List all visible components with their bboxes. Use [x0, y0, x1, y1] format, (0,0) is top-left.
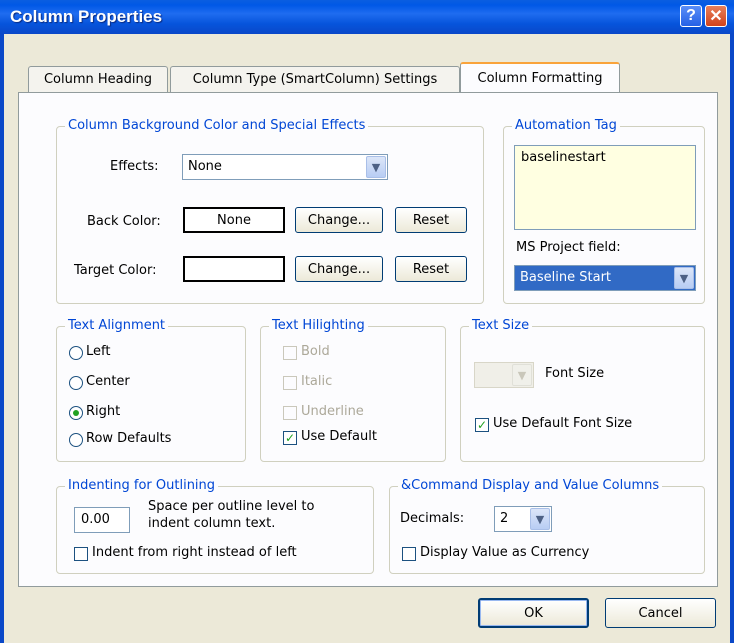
target-color-swatch [183, 256, 285, 282]
target-color-change-button[interactable]: Change... [295, 256, 383, 282]
background-effects-group: Column Background Color and Special Effe… [56, 118, 484, 304]
dialog-window: Column Properties ? ✕ Column Heading Col… [0, 0, 734, 643]
group-title: Text Hilighting [269, 318, 368, 333]
font-size-select[interactable]: ▼ [474, 362, 534, 388]
button-label: Reset [412, 261, 450, 277]
group-title: Column Background Color and Special Effe… [65, 118, 369, 133]
group-title: &Command Display and Value Columns [398, 478, 663, 493]
title-bar[interactable]: Column Properties ? ✕ [0, 0, 734, 34]
radio-center[interactable] [69, 376, 83, 390]
ms-project-label: MS Project field: [516, 240, 621, 255]
back-color-reset-button[interactable]: Reset [395, 207, 467, 233]
radio-row-defaults[interactable] [69, 433, 83, 447]
group-title: Text Size [469, 318, 533, 333]
target-color-label: Target Color: [74, 263, 157, 278]
chevron-down-icon[interactable]: ▼ [530, 508, 550, 530]
button-label: Cancel [638, 605, 683, 621]
decimals-select[interactable]: 2 ▼ [494, 506, 552, 532]
group-title: Text Alignment [65, 318, 169, 333]
back-color-swatch: None [183, 207, 285, 233]
italic-label: Italic [301, 374, 333, 389]
indent-right-label: Indent from right instead of left [92, 545, 297, 560]
group-title: Automation Tag [512, 118, 620, 133]
underline-checkbox[interactable] [283, 406, 297, 420]
chevron-down-icon[interactable]: ▼ [512, 364, 532, 386]
help-button[interactable]: ? [680, 5, 702, 27]
chevron-down-icon[interactable]: ▼ [366, 156, 386, 178]
button-label: Reset [412, 212, 450, 228]
text-alignment-group: Text Alignment Left Center Right Row Def… [56, 318, 246, 462]
indent-right-checkbox[interactable] [74, 547, 88, 561]
checkmark-icon: ✓ [284, 431, 296, 445]
group-title: Indenting for Outlining [65, 478, 219, 493]
window-border-left [0, 34, 4, 643]
underline-label: Underline [301, 404, 364, 419]
command-display-group: &Command Display and Value Columns Decim… [389, 478, 705, 574]
target-color-reset-button[interactable]: Reset [395, 256, 467, 282]
radio-center-label: Center [86, 374, 130, 389]
indenting-group: Indenting for Outlining 0.00 Space per o… [56, 478, 374, 574]
radio-left-label: Left [86, 344, 111, 359]
back-color-value: None [217, 212, 251, 228]
back-color-label: Back Color: [87, 214, 161, 229]
effects-select[interactable]: None ▼ [182, 154, 388, 180]
text-size-group: Text Size ▼ Font Size ✓ Use Default Font… [460, 318, 705, 462]
window-border-right [730, 34, 734, 643]
radio-left[interactable] [69, 346, 83, 360]
use-default-font-size-checkbox[interactable]: ✓ [475, 418, 489, 432]
button-label: OK [524, 605, 543, 621]
checkmark-icon: ✓ [476, 418, 488, 432]
decimals-label: Decimals: [400, 511, 465, 526]
indent-value: 0.00 [81, 512, 110, 527]
button-label: Change... [307, 212, 371, 228]
bold-label: Bold [301, 344, 330, 359]
automation-tag-textarea[interactable]: baselinestart [514, 145, 696, 230]
back-color-change-button[interactable]: Change... [295, 207, 383, 233]
use-default-checkbox[interactable]: ✓ [283, 431, 297, 445]
use-default-label: Use Default [301, 429, 377, 444]
radio-right-label: Right [86, 404, 121, 419]
indent-description-line1: Space per outline level to [148, 499, 315, 514]
bold-checkbox[interactable] [283, 346, 297, 360]
ok-button[interactable]: OK [478, 598, 589, 628]
indent-description-line2: indent column text. [148, 516, 276, 531]
tab-column-type[interactable]: Column Type (SmartColumn) Settings [170, 66, 460, 92]
tab-label: Column Formatting [477, 70, 603, 86]
tab-label: Column Type (SmartColumn) Settings [192, 72, 438, 87]
question-icon: ? [686, 7, 696, 24]
automation-tag-group: Automation Tag baselinestart MS Project … [503, 118, 705, 304]
ms-project-select[interactable]: Baseline Start ▼ [514, 265, 696, 291]
indent-value-input[interactable]: 0.00 [74, 507, 130, 533]
radio-row-defaults-label: Row Defaults [86, 431, 172, 446]
effects-label: Effects: [110, 159, 159, 174]
use-default-font-size-label: Use Default Font Size [493, 416, 633, 431]
tab-column-formatting[interactable]: Column Formatting [460, 62, 620, 92]
button-label: Change... [307, 261, 371, 277]
window-title: Column Properties [10, 7, 163, 26]
effects-value: None [188, 159, 222, 174]
close-button[interactable]: ✕ [705, 5, 727, 27]
text-hilighting-group: Text Hilighting Bold Italic Underline ✓ … [260, 318, 446, 462]
close-icon: ✕ [709, 8, 723, 25]
decimals-value: 2 [500, 511, 509, 526]
tab-label: Column Heading [43, 72, 152, 87]
italic-checkbox[interactable] [283, 376, 297, 390]
currency-label: Display Value as Currency [420, 545, 590, 560]
font-size-label: Font Size [545, 366, 605, 381]
tab-panel: Column Background Color and Special Effe… [18, 92, 718, 587]
radio-right[interactable] [69, 406, 83, 420]
automation-tag-value: baselinestart [521, 150, 606, 165]
chevron-down-icon[interactable]: ▼ [674, 267, 694, 289]
ms-project-value: Baseline Start [520, 270, 612, 285]
tab-column-heading[interactable]: Column Heading [28, 66, 168, 92]
cancel-button[interactable]: Cancel [605, 598, 716, 628]
currency-checkbox[interactable] [402, 547, 416, 561]
